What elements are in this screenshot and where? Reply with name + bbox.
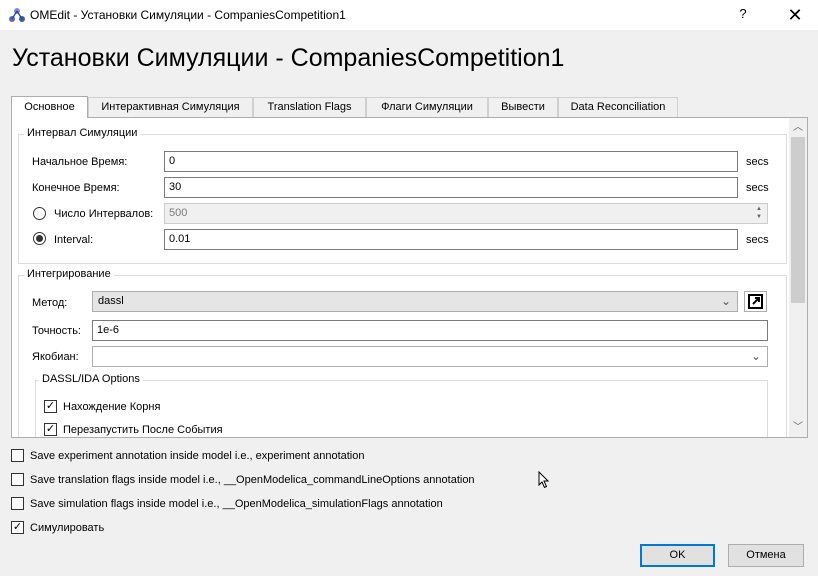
scroll-down-icon[interactable]: ﹀ bbox=[789, 419, 807, 436]
chevron-down-icon: ⌄ bbox=[750, 349, 761, 363]
scroll-up-icon[interactable]: ︿ bbox=[789, 119, 807, 136]
method-label: Метод: bbox=[32, 297, 68, 309]
tab-output[interactable]: Вывести bbox=[488, 97, 558, 117]
vertical-scrollbar[interactable]: ︿ ﹀ bbox=[789, 118, 807, 437]
close-button[interactable]: ✕ bbox=[783, 4, 807, 26]
save-experiment-checkbox[interactable] bbox=[11, 449, 24, 462]
ok-button[interactable]: OK bbox=[640, 544, 715, 567]
tab-translation-flags[interactable]: Translation Flags bbox=[253, 97, 366, 117]
chevron-down-icon: ⌄ bbox=[720, 294, 731, 308]
settings-scroll-area: Интервал Симуляции Начальное Время: 0 se… bbox=[12, 118, 789, 437]
simulate-checkbox[interactable]: ✓ bbox=[11, 521, 24, 534]
external-link-icon bbox=[748, 294, 763, 309]
interval-input[interactable]: 0.01 bbox=[164, 229, 738, 250]
stop-time-unit: secs bbox=[746, 182, 769, 194]
omedit-app-icon bbox=[9, 8, 25, 22]
interval-radio[interactable] bbox=[33, 232, 46, 245]
save-translation-flags-checkbox[interactable] bbox=[11, 473, 24, 486]
cancel-button[interactable]: Отмена bbox=[728, 544, 804, 567]
stop-time-input[interactable]: 30 bbox=[164, 177, 738, 198]
root-finding-label: Нахождение Корня bbox=[63, 401, 161, 413]
tab-general[interactable]: Основное bbox=[11, 96, 88, 118]
number-of-intervals-radio[interactable] bbox=[33, 207, 46, 220]
simulate-label: Симулировать bbox=[30, 522, 105, 534]
method-value: dassl bbox=[98, 295, 124, 307]
dassl-options-title: DASSL/IDA Options bbox=[39, 373, 143, 385]
scrollbar-thumb[interactable] bbox=[791, 137, 805, 303]
general-tab-panel: Интервал Симуляции Начальное Время: 0 se… bbox=[11, 117, 808, 438]
spin-arrows-icon: ▲ ▼ bbox=[756, 206, 762, 220]
save-experiment-label: Save experiment annotation inside model … bbox=[30, 450, 365, 462]
restart-after-event-label: Перезапустить После События bbox=[63, 424, 223, 436]
save-simulation-flags-label: Save simulation flags inside model i.e.,… bbox=[30, 498, 443, 510]
interval-unit: secs bbox=[746, 234, 769, 246]
mouse-cursor-icon bbox=[538, 471, 550, 489]
help-button[interactable]: ? bbox=[733, 6, 753, 24]
dialog-heading: Установки Симуляции - CompaniesCompetiti… bbox=[12, 44, 565, 72]
number-of-intervals-value: 500 bbox=[169, 207, 188, 219]
interval-label: Interval: bbox=[54, 234, 94, 246]
save-translation-flags-label: Save translation flags inside model i.e.… bbox=[30, 474, 475, 486]
window-title: OMEdit - Установки Симуляции - Companies… bbox=[30, 8, 346, 22]
save-simulation-flags-checkbox[interactable] bbox=[11, 497, 24, 510]
title-bar: OMEdit - Установки Симуляции - Companies… bbox=[0, 0, 818, 30]
jacobian-combobox[interactable]: ⌄ bbox=[92, 346, 768, 367]
tab-interactive-simulation[interactable]: Интерактивная Симуляция bbox=[88, 97, 253, 117]
integration-title: Интегрирование bbox=[24, 268, 114, 280]
root-finding-checkbox[interactable]: ✓ bbox=[44, 400, 57, 413]
number-of-intervals-label: Число Интервалов: bbox=[54, 208, 154, 220]
tolerance-label: Точность: bbox=[32, 325, 81, 337]
method-info-button[interactable] bbox=[744, 291, 767, 312]
tab-simulation-flags[interactable]: Флаги Симуляции bbox=[366, 97, 488, 117]
simulation-interval-title: Интервал Симуляции bbox=[24, 127, 141, 139]
restart-after-event-checkbox[interactable]: ✓ bbox=[44, 423, 57, 436]
stop-time-label: Конечное Время: bbox=[32, 182, 120, 194]
start-time-unit: secs bbox=[746, 156, 769, 168]
tab-data-reconciliation[interactable]: Data Reconciliation bbox=[558, 97, 678, 117]
method-combobox[interactable]: dassl ⌄ bbox=[92, 291, 738, 312]
jacobian-label: Якобиан: bbox=[32, 351, 79, 363]
start-time-label: Начальное Время: bbox=[32, 156, 128, 168]
start-time-input[interactable]: 0 bbox=[164, 151, 738, 172]
number-of-intervals-input: 500 ▲ ▼ bbox=[164, 203, 768, 224]
tolerance-input[interactable]: 1e-6 bbox=[92, 320, 768, 341]
